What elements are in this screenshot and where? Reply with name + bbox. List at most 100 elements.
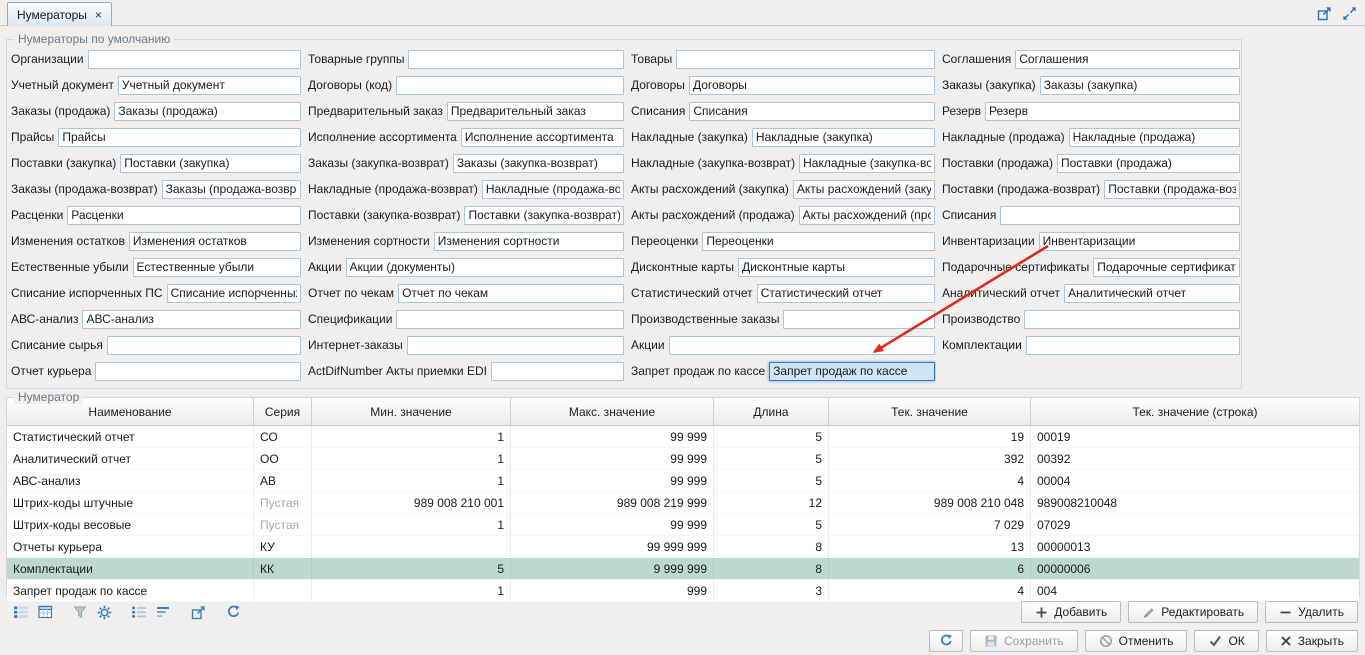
field-input[interactable]: [67, 206, 301, 225]
numerators-window: Нумераторы × Нумераторы по умолчанию Орг…: [0, 0, 1365, 655]
field-input[interactable]: [1026, 336, 1240, 355]
window-controls: [1316, 5, 1357, 21]
column-header[interactable]: Макс. значение: [511, 398, 714, 425]
field-input[interactable]: [167, 284, 301, 303]
field-input[interactable]: [162, 180, 301, 199]
table-row[interactable]: Штрих-коды весовыеПустая199 99957 029070…: [7, 514, 1359, 536]
column-header[interactable]: Длина: [714, 398, 829, 425]
popout-window-icon[interactable]: [1316, 5, 1332, 21]
table-cell: Пустая: [254, 492, 312, 513]
field-input[interactable]: [407, 336, 624, 355]
cards-view-icon[interactable]: [9, 602, 33, 623]
field-input[interactable]: [1000, 206, 1240, 225]
tab-numerators[interactable]: Нумераторы ×: [7, 2, 112, 26]
settings-gear-icon[interactable]: [92, 602, 116, 623]
delete-button[interactable]: Удалить: [1265, 601, 1358, 623]
field-input[interactable]: [346, 258, 624, 277]
field-input[interactable]: [95, 362, 301, 381]
field-input[interactable]: [1024, 310, 1240, 329]
table-cell: 1: [312, 580, 511, 601]
field-input[interactable]: [58, 128, 301, 147]
field-input[interactable]: [793, 180, 935, 199]
field-input[interactable]: [702, 232, 935, 251]
field-input[interactable]: [738, 258, 935, 277]
field-input[interactable]: [1093, 258, 1240, 277]
restore-layout-icon[interactable]: [1341, 5, 1357, 21]
save-icon: [984, 634, 998, 648]
table-cell: [312, 536, 511, 557]
filter-icon[interactable]: [68, 602, 92, 623]
column-header[interactable]: Серия: [254, 398, 312, 425]
field-input[interactable]: [396, 76, 624, 95]
action-bar: Сохранить Отменить ОК Закрыть: [6, 629, 1358, 652]
ok-button[interactable]: ОК: [1194, 630, 1258, 652]
field-input[interactable]: [482, 180, 624, 199]
field-input[interactable]: [752, 128, 935, 147]
field-input[interactable]: [464, 206, 624, 225]
table-view-icon[interactable]: [33, 602, 57, 623]
table-row[interactable]: Статистический отчетСО199 99951900019: [7, 426, 1359, 448]
field-input[interactable]: [783, 310, 935, 329]
field-label: Соглашения: [942, 52, 1011, 66]
column-header[interactable]: Тек. значение: [829, 398, 1031, 425]
table-row[interactable]: Отчеты курьераКУ99 999 99981300000013: [7, 536, 1359, 558]
field-input[interactable]: [1069, 128, 1240, 147]
field-input[interactable]: [453, 154, 624, 173]
field-input-focused[interactable]: [769, 362, 935, 381]
field-input[interactable]: [689, 76, 935, 95]
checklist-icon[interactable]: [127, 602, 151, 623]
cancel-button[interactable]: Отменить: [1085, 630, 1188, 652]
refresh-icon: [939, 634, 953, 648]
table-row[interactable]: КомплектацииКК59 999 9998600000006: [7, 558, 1359, 580]
table-cell: 4: [829, 580, 1031, 601]
field-input[interactable]: [799, 154, 935, 173]
field-input[interactable]: [107, 336, 301, 355]
field-input[interactable]: [1104, 180, 1240, 199]
field-input[interactable]: [114, 102, 301, 121]
open-external-icon[interactable]: [186, 602, 210, 623]
save-button[interactable]: Сохранить: [970, 630, 1078, 652]
field-input[interactable]: [408, 50, 624, 69]
field-input[interactable]: [1064, 284, 1240, 303]
field-input[interactable]: [461, 128, 624, 147]
field-input[interactable]: [396, 310, 624, 329]
field-input[interactable]: [1015, 50, 1240, 69]
field-input[interactable]: [129, 232, 301, 251]
field-cell: Поставки (закупка): [10, 150, 302, 176]
field-input[interactable]: [491, 362, 624, 381]
table-header: НаименованиеСерияМин. значениеМакс. знач…: [7, 398, 1359, 426]
field-input[interactable]: [1039, 232, 1240, 251]
field-input[interactable]: [120, 154, 301, 173]
pencil-icon: [1142, 606, 1155, 619]
table-row[interactable]: Штрих-коды штучныеПустая989 008 210 0019…: [7, 492, 1359, 514]
refresh-columns-icon[interactable]: [221, 602, 245, 623]
field-input[interactable]: [82, 310, 301, 329]
column-header[interactable]: Тек. значение (строка): [1031, 398, 1359, 425]
field-cell: Акты расхождений (продажа): [630, 202, 936, 228]
field-input[interactable]: [1040, 76, 1240, 95]
field-input[interactable]: [676, 50, 935, 69]
field-input[interactable]: [434, 232, 624, 251]
field-input[interactable]: [757, 284, 935, 303]
field-input[interactable]: [689, 102, 935, 121]
column-header[interactable]: Мин. значение: [312, 398, 511, 425]
edit-button[interactable]: Редактировать: [1128, 601, 1258, 623]
table-row[interactable]: Аналитический отчетОО199 999539200392: [7, 448, 1359, 470]
table-row[interactable]: АВС-анализАВ199 9995400004: [7, 470, 1359, 492]
tab-close-icon[interactable]: ×: [95, 9, 102, 21]
add-button[interactable]: Добавить: [1021, 601, 1121, 623]
field-input[interactable]: [118, 76, 301, 95]
refresh-button[interactable]: [929, 630, 963, 652]
field-input[interactable]: [669, 336, 935, 355]
field-input[interactable]: [398, 284, 624, 303]
field-input[interactable]: [447, 102, 624, 121]
sort-lines-icon[interactable]: [151, 602, 175, 623]
field-input[interactable]: [133, 258, 301, 277]
close-button[interactable]: Закрыть: [1266, 630, 1358, 652]
field-cell: Заказы (продажа-возврат): [10, 176, 302, 202]
field-input[interactable]: [88, 50, 301, 69]
field-input[interactable]: [799, 206, 935, 225]
field-input[interactable]: [985, 102, 1240, 121]
field-input[interactable]: [1057, 154, 1240, 173]
field-label: Накладные (закупка): [631, 130, 748, 144]
